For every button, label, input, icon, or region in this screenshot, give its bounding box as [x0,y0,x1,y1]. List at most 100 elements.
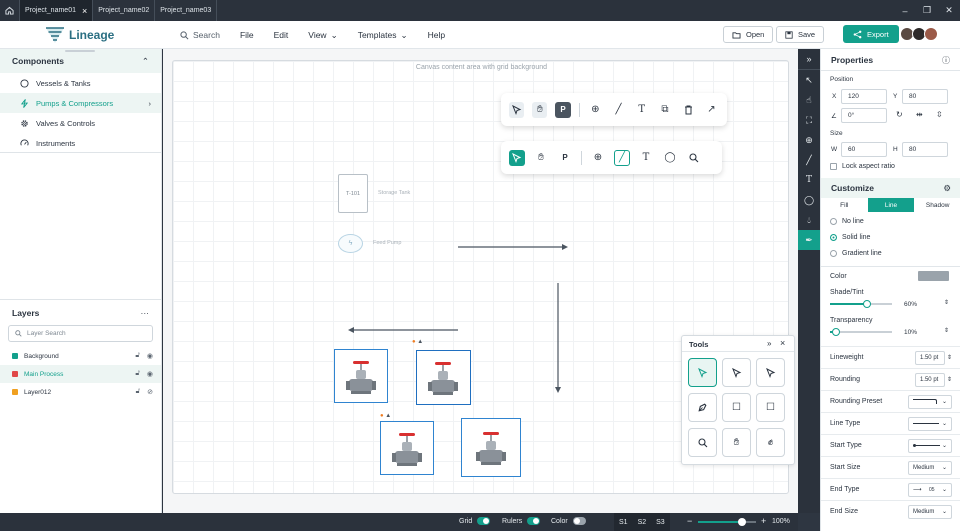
grid-toggle[interactable]: Grid [459,517,491,525]
gear-icon[interactable]: ⚙ [943,183,951,194]
gate-valve-1[interactable] [334,349,388,403]
zoom-out-button[interactable]: − [687,516,692,526]
component-instruments[interactable]: Instruments [0,133,161,153]
color-swatch[interactable] [918,271,949,281]
hand-tool-icon[interactable]: ✋︎ [532,101,548,118]
flow-arrow-right[interactable] [458,244,568,250]
text-tool-icon[interactable]: T [638,150,654,166]
tool-group-select[interactable] [756,358,785,387]
zoom-in-button[interactable]: + [761,516,766,526]
zoom-in-icon[interactable]: ⊕ [798,130,820,150]
fill-drop-icon[interactable]: 💧︎ [798,210,820,230]
scene-s1[interactable]: S1 [614,519,633,526]
flip-horizontal-icon[interactable]: ⇹ [916,110,923,119]
more-icon[interactable]: ··· [141,308,150,318]
tab-project-1[interactable]: Project_name01 × [20,0,94,21]
start-size-select[interactable]: Medium ⌄ [908,460,952,475]
menu-templates[interactable]: Templates ⌄ [348,30,418,41]
component-vessels-tanks[interactable]: Vessels & Tanks [0,73,161,93]
lineweight-input[interactable]: 1.50 pt [914,350,945,365]
tool-grab[interactable]: ✊︎ [756,428,785,457]
rulers-toggle[interactable]: Rulers [502,517,541,525]
radio-button[interactable] [830,218,837,225]
rotate-icon[interactable]: ↻ [896,110,903,119]
close-icon[interactable]: × [780,338,785,348]
components-header[interactable]: Components ⌃ [0,49,161,73]
tool-pen[interactable] [688,393,717,422]
zoom-slider-thumb[interactable] [737,518,746,526]
stepper-icon[interactable]: ⇕ [947,354,952,361]
height-input[interactable]: 80 [902,142,948,157]
copy-icon[interactable]: ⧉ [657,102,672,118]
layer-search-input[interactable]: Layer Search [8,325,153,342]
radio-button-selected[interactable] [830,234,837,241]
select-tool-icon[interactable] [509,149,525,166]
start-type-select[interactable]: ⌄ [908,438,952,453]
text-tool-icon[interactable]: T [634,102,649,118]
selection-handle-icon[interactable]: ● ▲ [412,339,423,345]
tool-pointer[interactable] [688,358,717,387]
toggle-switch[interactable] [527,517,541,525]
rounding-preset-select[interactable]: ⌄ [908,394,952,409]
tool-rectangle[interactable]: ☐ [722,393,751,422]
stepper-icon[interactable]: ⇕ [944,327,949,334]
menu-view[interactable]: View ⌄ [298,30,347,41]
eye-icon[interactable]: ◉ [147,370,153,378]
close-window-icon[interactable]: ✕ [938,5,960,16]
line-icon[interactable]: ╱ [798,150,820,170]
gate-valve-3[interactable] [380,421,434,475]
add-circle-icon[interactable]: ⊕ [588,102,603,118]
angle-input[interactable]: 0° [841,108,887,123]
storage-tank-symbol[interactable]: T-101 [338,174,368,213]
pen-p-tool-icon[interactable]: P [557,150,573,166]
avatar[interactable] [924,27,938,41]
selection-handle-icon[interactable]: ● ▲ [380,413,391,419]
pen-icon[interactable]: ✒︎ [798,230,820,250]
toggle-switch[interactable] [477,517,491,525]
hand-tool-icon[interactable]: ✋︎ [533,150,549,166]
lock-icon[interactable]: 🔓︎ [136,388,141,396]
option-gradient-line[interactable]: Gradient line [830,250,882,257]
tool-frame[interactable]: ☐ [756,393,785,422]
search-button[interactable]: Search [170,30,230,40]
gate-valve-4[interactable] [461,418,521,477]
menu-edit[interactable]: Edit [264,30,299,40]
scene-s3[interactable]: S3 [651,519,670,526]
width-input[interactable]: 60 [841,142,887,157]
option-solid-line[interactable]: Solid line [830,234,870,241]
lock-aspect-checkbox[interactable] [830,163,837,170]
stepper-icon[interactable]: ⇕ [947,376,952,383]
end-size-select[interactable]: Medium ⌄ [908,504,952,519]
scene-s2[interactable]: S2 [633,519,652,526]
flow-arrow-down[interactable] [555,283,561,393]
tab-project-2[interactable]: Project_name02 [93,0,156,21]
option-no-line[interactable]: No line [830,218,864,225]
flow-arrow-left[interactable] [348,327,458,333]
y-input[interactable]: 80 [902,89,948,104]
ellipse-icon[interactable]: ◯ [798,190,820,210]
restore-icon[interactable]: ❐ [916,5,938,16]
menu-help[interactable]: Help [418,30,455,40]
color-toggle[interactable]: Color [551,517,586,525]
collaborator-avatars[interactable] [900,27,938,41]
trash-icon[interactable] [681,102,696,118]
gate-valve-2[interactable] [416,350,471,405]
toggle-switch[interactable] [572,517,586,525]
minimize-icon[interactable]: – [894,6,916,16]
fit-frame-icon[interactable]: ⛶ [798,110,820,130]
home-tab[interactable] [0,0,20,21]
eye-off-icon[interactable]: ⊘ [147,388,153,396]
save-button[interactable]: Save [776,26,825,43]
select-tool-icon[interactable] [509,101,525,118]
tab-shadow[interactable]: Shadow [914,198,960,212]
end-type-select[interactable]: ⟶ 05 ⌄ [908,482,952,497]
zoom-tool-icon[interactable] [686,150,702,166]
close-icon[interactable]: × [82,6,87,16]
shade-slider-track[interactable] [830,300,892,308]
info-icon[interactable]: ⓘ [942,55,950,66]
chevron-up-icon[interactable]: ⌃ [142,56,149,67]
shade-slider-thumb[interactable] [863,300,872,308]
ellipse-tool-icon[interactable]: ◯ [662,150,678,166]
open-button[interactable]: Open [723,26,774,43]
expand-icon[interactable]: » [767,339,771,348]
